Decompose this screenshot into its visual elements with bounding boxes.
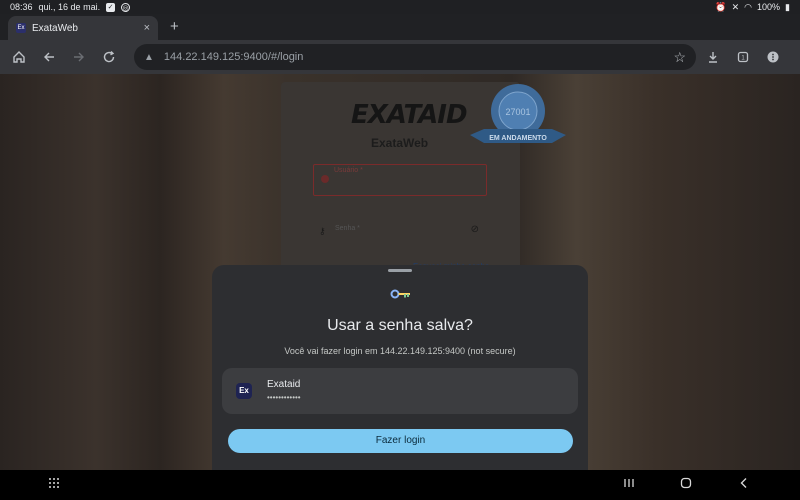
recent-apps-icon[interactable] <box>619 476 639 494</box>
new-tab-button[interactable]: + <box>170 18 179 35</box>
password-field[interactable]: ⚷ Senha * ⊘ <box>313 222 487 240</box>
battery-level: 100% <box>757 2 781 12</box>
close-tab-icon[interactable]: × <box>144 22 150 34</box>
hide-password-icon[interactable]: ⊘ <box>471 224 479 235</box>
user-icon <box>321 175 329 183</box>
save-password-sheet: Usar a senha salva? Você vai fazer login… <box>212 265 588 470</box>
back-nav-icon[interactable] <box>734 476 754 494</box>
tab-switcher-icon[interactable]: 1 <box>732 46 754 68</box>
svg-text:1: 1 <box>741 56 745 62</box>
favicon-icon: Ex <box>16 23 26 33</box>
wifi-icon: ◠ <box>744 1 753 12</box>
seal-text: EM ANDAMENTO <box>489 135 547 142</box>
sheet-subtitle: Você vai fazer login em 144.22.149.125:9… <box>284 346 516 356</box>
sync-icon: ◎ <box>121 2 131 12</box>
key-icon <box>390 289 410 299</box>
url-text: 144.22.149.125:9400/#/login <box>163 51 304 63</box>
navigation-bar <box>0 470 800 500</box>
key-field-icon: ⚷ <box>319 226 326 236</box>
exataid-logo: EXATAID <box>351 100 468 130</box>
credential-password: •••••••••••• <box>267 393 301 402</box>
password-label: Senha * <box>335 225 360 232</box>
seal-number: 27001 <box>505 107 530 117</box>
status-bar: 08:36 qui., 16 de mai. ✓ ◎ ⏰ ✕ ◠ 100% ▮ <box>0 0 800 14</box>
alarm-icon: ⏰ <box>715 1 727 12</box>
forward-icon[interactable] <box>68 46 90 68</box>
status-date: qui., 16 de mai. <box>38 2 101 12</box>
battery-icon: ▮ <box>785 1 790 12</box>
sign-in-button[interactable]: Fazer login <box>228 429 573 453</box>
notification-icon: ✓ <box>106 2 116 12</box>
star-icon[interactable]: ☆ <box>673 49 686 66</box>
status-time: 08:36 <box>10 2 33 12</box>
tab-exataweb[interactable]: Ex ExataWeb × <box>8 16 158 40</box>
sheet-drag-handle[interactable] <box>388 269 412 272</box>
download-icon[interactable] <box>702 46 724 68</box>
home-icon[interactable] <box>8 46 30 68</box>
menu-icon[interactable] <box>762 46 784 68</box>
apps-grid-icon[interactable] <box>44 476 64 494</box>
username-field[interactable]: Usuário * <box>313 164 487 196</box>
home-button-icon[interactable] <box>676 476 696 494</box>
address-bar[interactable]: ▲ 144.22.149.125:9400/#/login ☆ <box>134 44 696 70</box>
app-name: ExataWeb <box>371 136 429 150</box>
browser-toolbar: ▲ 144.22.149.125:9400/#/login ☆ 1 <box>0 40 800 74</box>
credential-username: Exataid <box>267 379 301 390</box>
iso-seal-icon: 27001 EM ANDAMENTO <box>470 84 566 143</box>
reload-icon[interactable] <box>98 46 120 68</box>
back-icon[interactable] <box>38 46 60 68</box>
saved-credential[interactable]: Ex Exataid •••••••••••• <box>222 368 578 414</box>
sheet-title: Usar a senha salva? <box>327 317 473 334</box>
tab-title: ExataWeb <box>32 22 78 34</box>
credential-favicon-icon: Ex <box>236 383 252 399</box>
username-label: Usuário * <box>334 167 363 174</box>
not-secure-icon[interactable]: ▲ <box>144 52 154 63</box>
mute-icon: ✕ <box>731 1 740 12</box>
tab-strip: Ex ExataWeb × + <box>0 14 800 40</box>
